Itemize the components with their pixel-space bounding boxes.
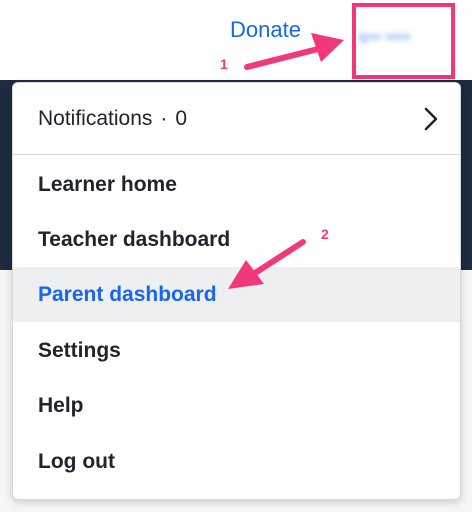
menu-item-parent-dashboard[interactable]: Parent dashboard	[13, 267, 460, 322]
user-dropdown-menu: Notifications · 0 Learner home Teacher das…	[12, 82, 461, 500]
donate-link[interactable]: Donate	[230, 17, 301, 43]
annotation-step-1-label: 1	[220, 56, 228, 72]
menu-item-teacher-dashboard[interactable]: Teacher dashboard	[13, 212, 460, 267]
top-nav-bar: Donate s•• ••••	[0, 0, 472, 80]
menu-item-log-out[interactable]: Log out	[13, 434, 460, 489]
annotation-step-2-label: 2	[321, 226, 329, 242]
annotation-highlight-box	[352, 3, 455, 79]
notifications-separator: ·	[160, 107, 168, 130]
menu-item-learner-home[interactable]: Learner home	[13, 157, 460, 212]
chevron-right-icon	[424, 107, 438, 131]
notifications-label: Notifications	[38, 107, 153, 130]
menu-item-help[interactable]: Help	[13, 378, 460, 433]
menu-item-settings[interactable]: Settings	[13, 323, 460, 378]
notifications-count: 0	[175, 107, 188, 130]
notifications-row[interactable]: Notifications · 0	[13, 83, 460, 155]
notifications-label-group: Notifications · 0	[38, 107, 187, 131]
